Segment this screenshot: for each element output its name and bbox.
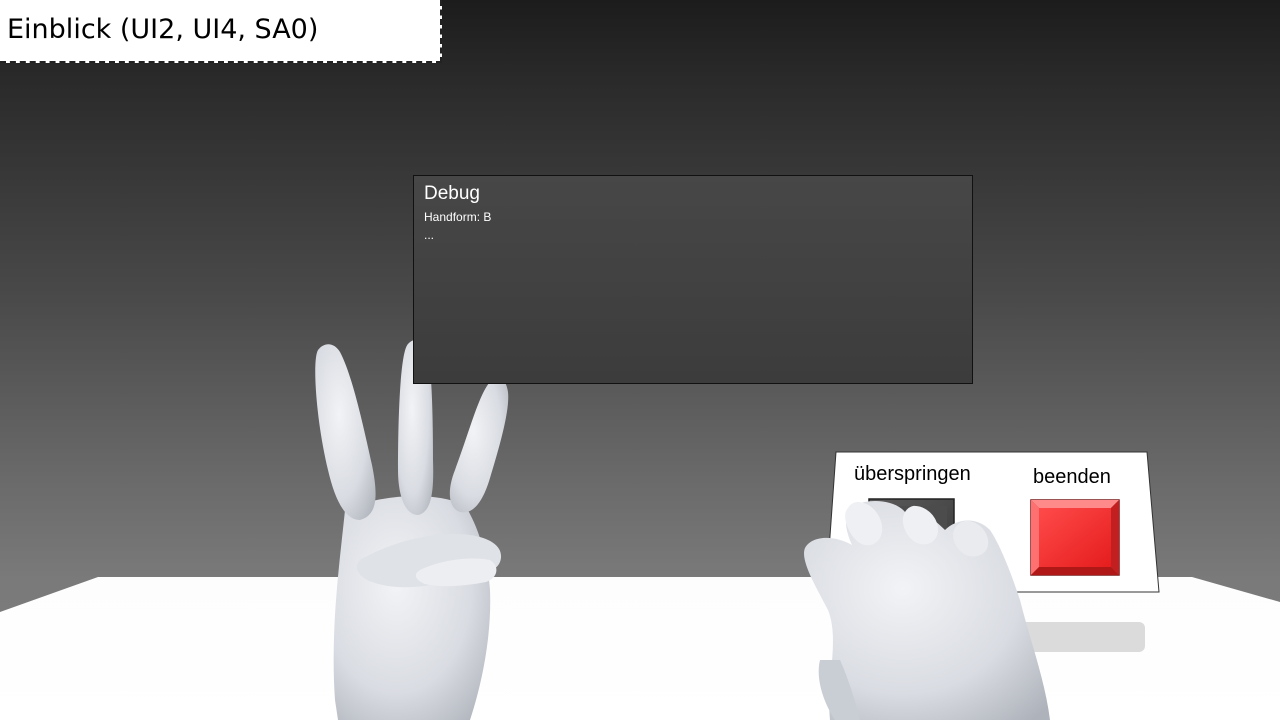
- debug-line-ellipsis: ...: [424, 228, 435, 242]
- debug-line-handform: Handform: B: [424, 210, 492, 224]
- end-button-label: beenden: [1033, 466, 1111, 488]
- debug-panel-title: Debug: [424, 183, 480, 204]
- title-overlay-text: Einblick (UI2, UI4, SA0): [7, 14, 319, 45]
- vr-scene: Einblick (UI2, UI4, SA0) Debug Handform:…: [0, 0, 1280, 720]
- left-hand: [315, 339, 509, 720]
- title-overlay: Einblick (UI2, UI4, SA0): [0, 0, 442, 63]
- skip-button-label: überspringen: [854, 463, 971, 485]
- end-button[interactable]: [1030, 499, 1120, 576]
- debug-panel: Debug Handform: B ...: [413, 175, 973, 384]
